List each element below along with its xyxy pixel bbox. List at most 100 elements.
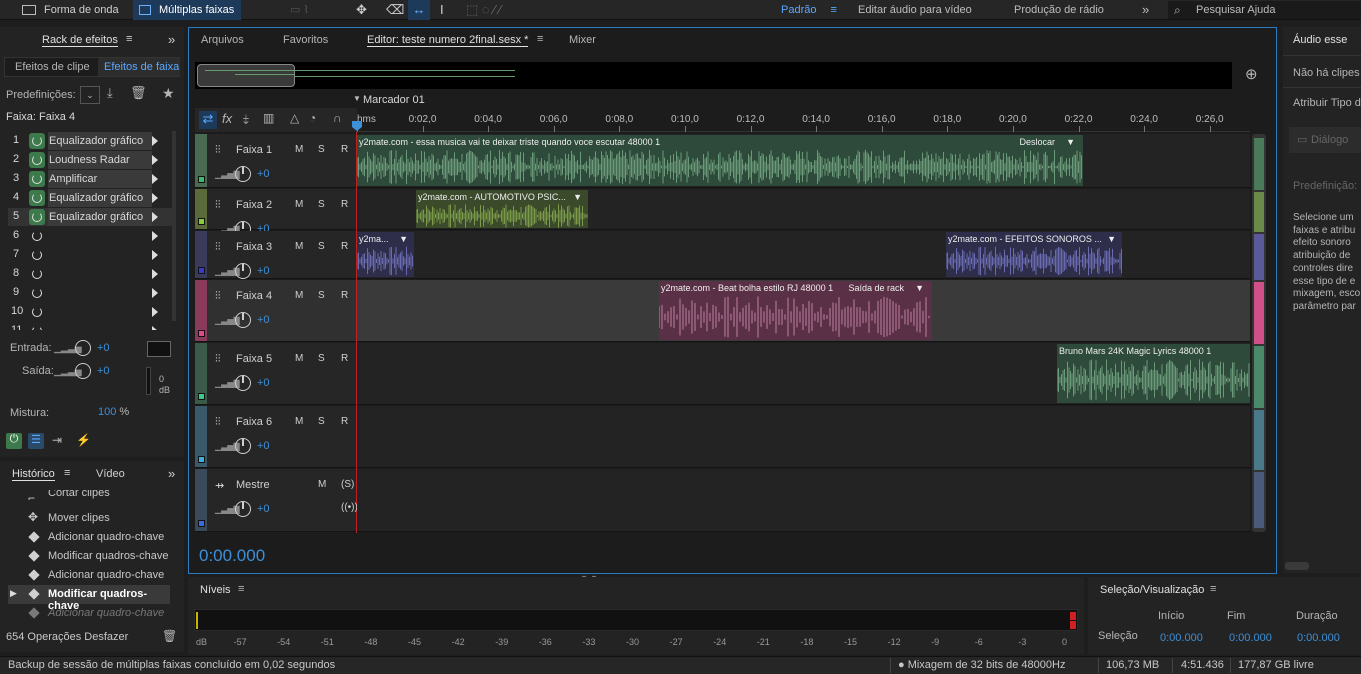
power-icon[interactable] [29,247,45,263]
clip-effects-tab[interactable]: Efeitos de clipe [15,61,90,73]
track-effects-tab[interactable]: Efeitos de faixa [98,58,180,76]
effect-slot-11[interactable]: 11 [8,322,173,330]
chevron-right-icon[interactable] [152,269,158,279]
effect-name[interactable] [48,246,152,264]
power-icon[interactable] [29,190,45,206]
record-settings-icon[interactable]: ◔ [309,111,316,125]
power-icon[interactable] [29,228,45,244]
track-lane-6[interactable] [357,406,1250,468]
history-tab[interactable]: Histórico [12,468,55,481]
power-icon[interactable] [29,285,45,301]
current-time[interactable]: 0:00.000 [199,546,265,566]
history-item[interactable]: ✥ Mover clipes [8,509,170,528]
selection-duration[interactable]: 0:00.000 [1297,632,1340,644]
time-ruler[interactable]: hms 0:02,0 0:04,0 0:06,0 0:08,0 0:10,0 0:12,0 0… [357,108,1250,132]
levels-tab[interactable]: Níveis [200,584,231,596]
track-name[interactable]: Faixa 2 [236,199,272,211]
chevron-right-icon[interactable] [152,136,158,146]
solo-button[interactable]: S [318,241,325,252]
selection-view-tab[interactable]: Seleção/Visualização [1100,584,1204,596]
favorite-star-icon[interactable]: ★ [162,85,175,102]
audio-clip[interactable]: Bruno Mars 24K Magic Lyrics 48000 1 [1057,344,1250,403]
volume-knob[interactable] [235,438,251,454]
effect-slot-5[interactable]: 5 Equalizador gráfico [8,208,173,226]
chevron-down-icon[interactable]: ▼ [573,192,582,202]
marker-label[interactable]: Marcador 01 [363,94,425,106]
track-volume[interactable]: +0 [257,265,270,277]
favorites-tab[interactable]: Favoritos [283,34,328,46]
effect-name[interactable] [48,265,152,283]
chevron-down-icon[interactable]: ▼ [399,234,408,244]
chevron-down-icon[interactable]: ▼ [1066,137,1075,147]
panel-menu-icon[interactable]: ≡ [238,583,244,595]
power-icon[interactable] [29,323,45,330]
rack-scrollbar[interactable] [172,131,176,321]
effect-name[interactable] [48,227,152,245]
expand-icon[interactable]: » [168,466,175,481]
mute-button[interactable]: M [295,199,303,210]
chevron-right-icon[interactable] [152,307,158,317]
track-color-box[interactable] [198,393,205,400]
track-name[interactable]: Faixa 4 [236,290,272,302]
inputs-outputs-icon[interactable]: ⇄ [199,111,217,129]
chevron-right-icon[interactable] [152,174,158,184]
clip-indicator-right[interactable] [1070,621,1076,629]
track-name[interactable]: Faixa 6 [236,416,272,428]
list-view-icon[interactable]: ☰ [28,433,44,449]
solo-button[interactable]: S [318,144,325,155]
input-value[interactable]: +0 [97,342,110,354]
track-color-strip[interactable] [195,231,207,278]
slip-tool-icon[interactable]: ↔ [408,0,430,20]
editor-tab[interactable]: Editor: teste numero 2final.sesx * [367,34,529,47]
chevron-right-icon[interactable] [152,250,158,260]
effect-slot-7[interactable]: 7 [8,246,173,264]
history-item[interactable]: ⌐ Cortar clipes [8,490,170,500]
essential-sound-tab[interactable]: Áudio esse [1293,34,1347,46]
waveform-view-button[interactable]: Forma de onda [12,0,127,20]
selection-start[interactable]: 0:00.000 [1160,632,1203,644]
video-tab[interactable]: Vídeo [96,468,125,480]
record-arm-button[interactable]: R [341,241,348,252]
track-name[interactable]: Faixa 3 [236,241,272,253]
record-arm-button[interactable]: R [341,353,348,364]
workspace-radio[interactable]: Produção de rádio [1014,0,1104,20]
effect-slot-10[interactable]: 10 [8,303,173,321]
panel-menu-icon[interactable]: ≡ [126,33,132,45]
volume-knob[interactable] [235,501,251,517]
effect-name[interactable] [48,303,152,321]
audio-clip[interactable]: y2mate.com - essa musica vai te deixar t… [357,135,1083,186]
record-arm-button[interactable]: R [341,416,348,427]
clip-indicator-left[interactable] [1070,612,1076,620]
files-tab[interactable]: Arquivos [201,34,244,46]
delete-preset-icon[interactable]: 🗑 [130,85,147,101]
record-arm-button[interactable]: R [341,199,348,210]
effect-slot-8[interactable]: 8 [8,265,173,283]
panel-scrollbar[interactable] [1285,562,1309,570]
mixer-tab[interactable]: Mixer [569,34,596,46]
volume-knob[interactable] [235,263,251,279]
track-volume[interactable]: +0 [257,168,270,180]
track-name[interactable]: Mestre [236,479,270,491]
track-name[interactable]: Faixa 5 [236,353,272,365]
track-lane-1[interactable]: y2mate.com - essa musica vai te deixar t… [357,134,1250,188]
track-color-strip[interactable] [195,469,207,531]
audio-clip[interactable]: y2ma... ▼ [357,232,414,277]
chevron-right-icon[interactable] [152,155,158,165]
more-workspaces-icon[interactable]: » [1142,0,1149,20]
output-value[interactable]: +0 [97,365,110,377]
effect-name[interactable]: Amplificar [48,170,152,188]
chevron-down-icon[interactable]: ▼ [1107,234,1116,244]
effect-slot-9[interactable]: 9 [8,284,173,302]
volume-knob[interactable] [235,166,251,182]
effect-name[interactable] [48,284,152,302]
track-volume[interactable]: +0 [257,377,270,389]
effects-rack-tab[interactable]: Rack de efeitos [42,34,118,47]
mute-button[interactable]: M [295,353,303,364]
input-knob[interactable] [75,340,91,356]
solo-button[interactable]: S [318,290,325,301]
history-item[interactable]: Adicionar quadro-chave [8,566,170,585]
razor-tool-icon[interactable]: ⌫ [386,0,404,20]
track-volume[interactable]: +0 [257,503,270,515]
audio-clip[interactable]: y2mate.com - EFEITOS SONOROS ... ▼ [946,232,1122,277]
mix-value[interactable]: 100 % [98,406,129,418]
